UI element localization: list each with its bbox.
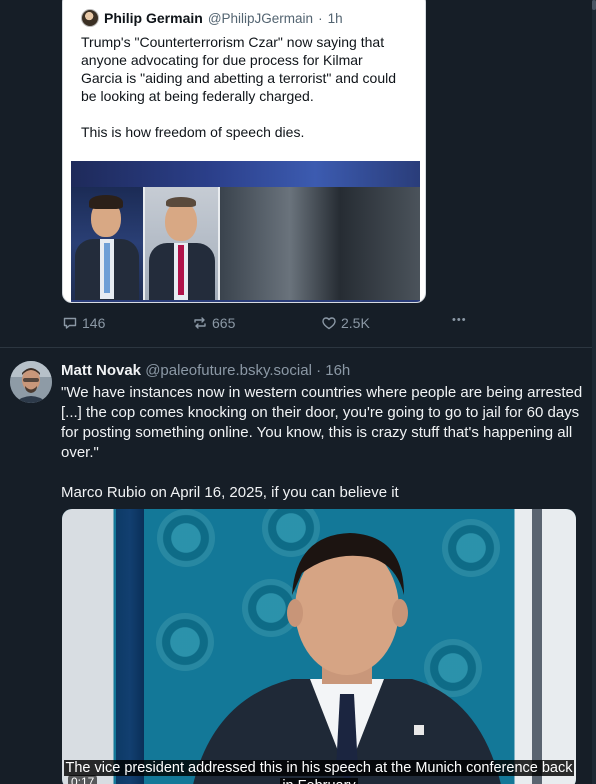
post-action-bar: 146 665 2.5K •••: [62, 314, 482, 333]
video-curtain: [116, 509, 144, 784]
post-video[interactable]: [62, 509, 576, 784]
quoted-post-time[interactable]: 1h: [328, 11, 343, 26]
reply-count: 146: [82, 315, 106, 331]
post-time[interactable]: 16h: [325, 362, 350, 379]
like-icon: [322, 317, 336, 330]
quoted-author-handle[interactable]: @PhilipJGermain: [208, 11, 313, 26]
video-caption-text: The vice president addressed this in his…: [63, 760, 575, 784]
more-icon: •••: [452, 314, 467, 326]
video-panel-host: [71, 187, 143, 300]
repost-count: 665: [212, 315, 236, 331]
quoted-post-paragraph: This is how freedom of speech dies.: [81, 124, 305, 140]
quoted-post-video-thumbnail[interactable]: [71, 161, 420, 302]
post-text: "We have instances now in western countr…: [61, 383, 586, 523]
like-count: 2.5K: [341, 315, 370, 331]
scrollbar-thumb[interactable]: [592, 0, 596, 10]
post-author-handle[interactable]: @paleofuture.bsky.social: [145, 362, 312, 379]
repost-icon: [194, 317, 206, 329]
video-side-panel: [532, 509, 542, 784]
video-timecode: 0:17: [68, 775, 98, 784]
video-panel-footage: [220, 187, 420, 300]
quoted-post-paragraph: Trump's "Counterterrorism Czar" now sayi…: [81, 34, 397, 104]
reply-button[interactable]: 146: [62, 315, 105, 331]
like-button[interactable]: 2.5K: [321, 315, 370, 331]
video-panel-guest: [145, 187, 218, 300]
reply-icon: [63, 317, 77, 329]
avatar[interactable]: [10, 361, 52, 403]
post-author-name[interactable]: Matt Novak: [61, 362, 141, 379]
quoted-post-content: Philip Germain @PhilipJGermain · 1h Trum…: [69, 1, 419, 171]
quoted-separator: ·: [318, 10, 323, 26]
quoted-post-text: Trump's "Counterterrorism Czar" now sayi…: [81, 33, 407, 141]
video-thumbnail-footer: [71, 300, 420, 302]
quoted-post-header: Philip Germain @PhilipJGermain · 1h: [81, 9, 407, 27]
post-header: Matt Novak @paleofuture.bsky.social · 16…: [61, 362, 350, 379]
post-separator: ·: [316, 362, 322, 379]
post-paragraph: "We have instances now in western countr…: [61, 384, 583, 461]
quoted-post-card[interactable]: Philip Germain @PhilipJGermain · 1h Trum…: [62, 0, 426, 303]
post-paragraph: Marco Rubio on April 16, 2025, if you ca…: [61, 484, 399, 501]
speaker-figure: [193, 533, 501, 784]
quoted-author-name[interactable]: Philip Germain: [104, 10, 203, 26]
feed-divider: [0, 347, 592, 348]
scrollbar-track[interactable]: [592, 0, 596, 784]
repost-button[interactable]: 665: [192, 315, 235, 331]
video-caption: The vice president addressed this in his…: [62, 759, 576, 784]
more-options-button[interactable]: •••: [452, 314, 467, 326]
quoted-author-avatar[interactable]: [81, 9, 99, 27]
video-thumbnail-banner: [71, 161, 420, 187]
